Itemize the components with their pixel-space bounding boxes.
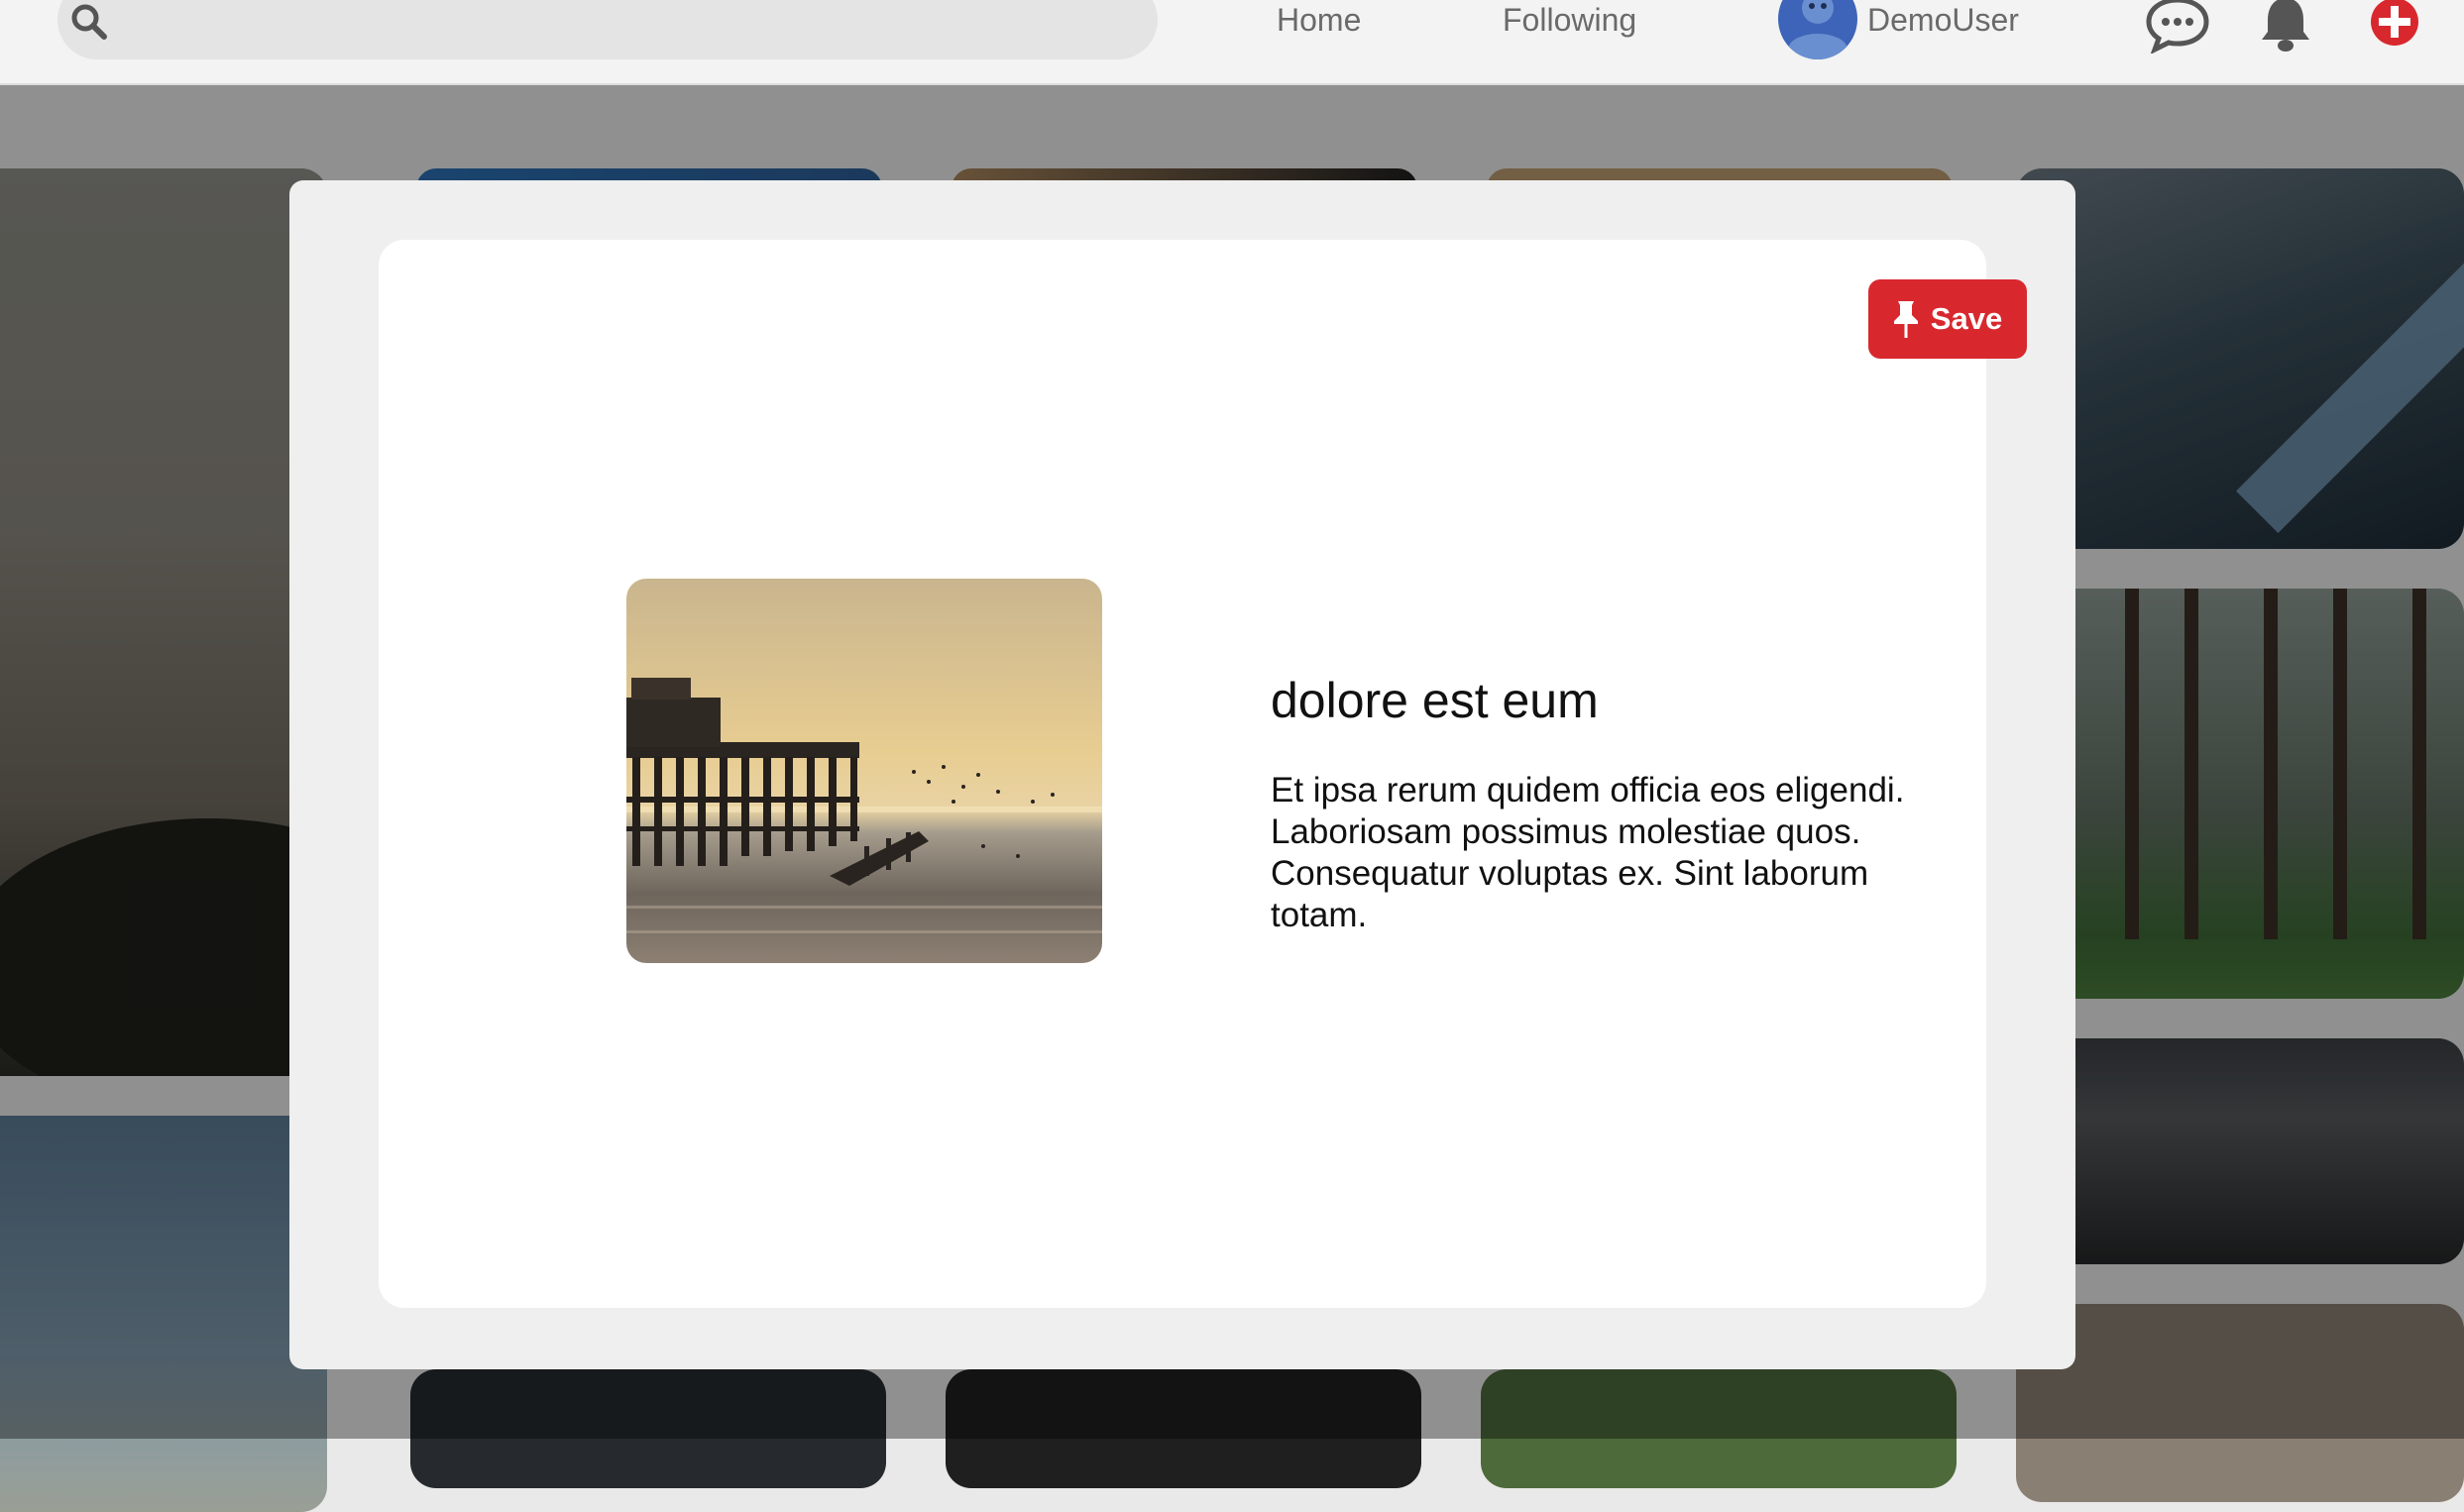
pin-title: dolore est eum — [1271, 672, 1599, 728]
user-name[interactable]: DemoUser — [1867, 2, 2019, 39]
save-button-label: Save — [1930, 301, 2003, 336]
chat-icon[interactable] — [2145, 0, 2210, 54]
search-bar[interactable] — [57, 0, 1158, 59]
bell-icon[interactable] — [2258, 0, 2313, 54]
nav-home-link[interactable]: Home — [1277, 2, 1361, 39]
pin-detail-card: Save dolore est eum Et ipsa rerum quidem… — [379, 240, 2027, 1308]
nav-following-link[interactable]: Following — [1503, 2, 1636, 39]
pin-detail-modal: Save dolore est eum Et ipsa rerum quidem… — [289, 180, 2075, 1369]
pin-image — [626, 579, 1102, 963]
save-button[interactable]: Save — [1868, 279, 2027, 359]
pin-description: Et ipsa rerum quidem officia eos eligend… — [1271, 771, 1905, 934]
pier-illustration — [626, 678, 1102, 933]
avatar[interactable] — [1778, 0, 1857, 59]
top-navbar: Home Following DemoUser — [0, 0, 2464, 85]
add-icon[interactable] — [2369, 0, 2420, 48]
search-icon[interactable] — [69, 2, 109, 42]
pin-icon — [1893, 301, 1918, 338]
user-avatar-icon — [1788, 0, 1848, 59]
